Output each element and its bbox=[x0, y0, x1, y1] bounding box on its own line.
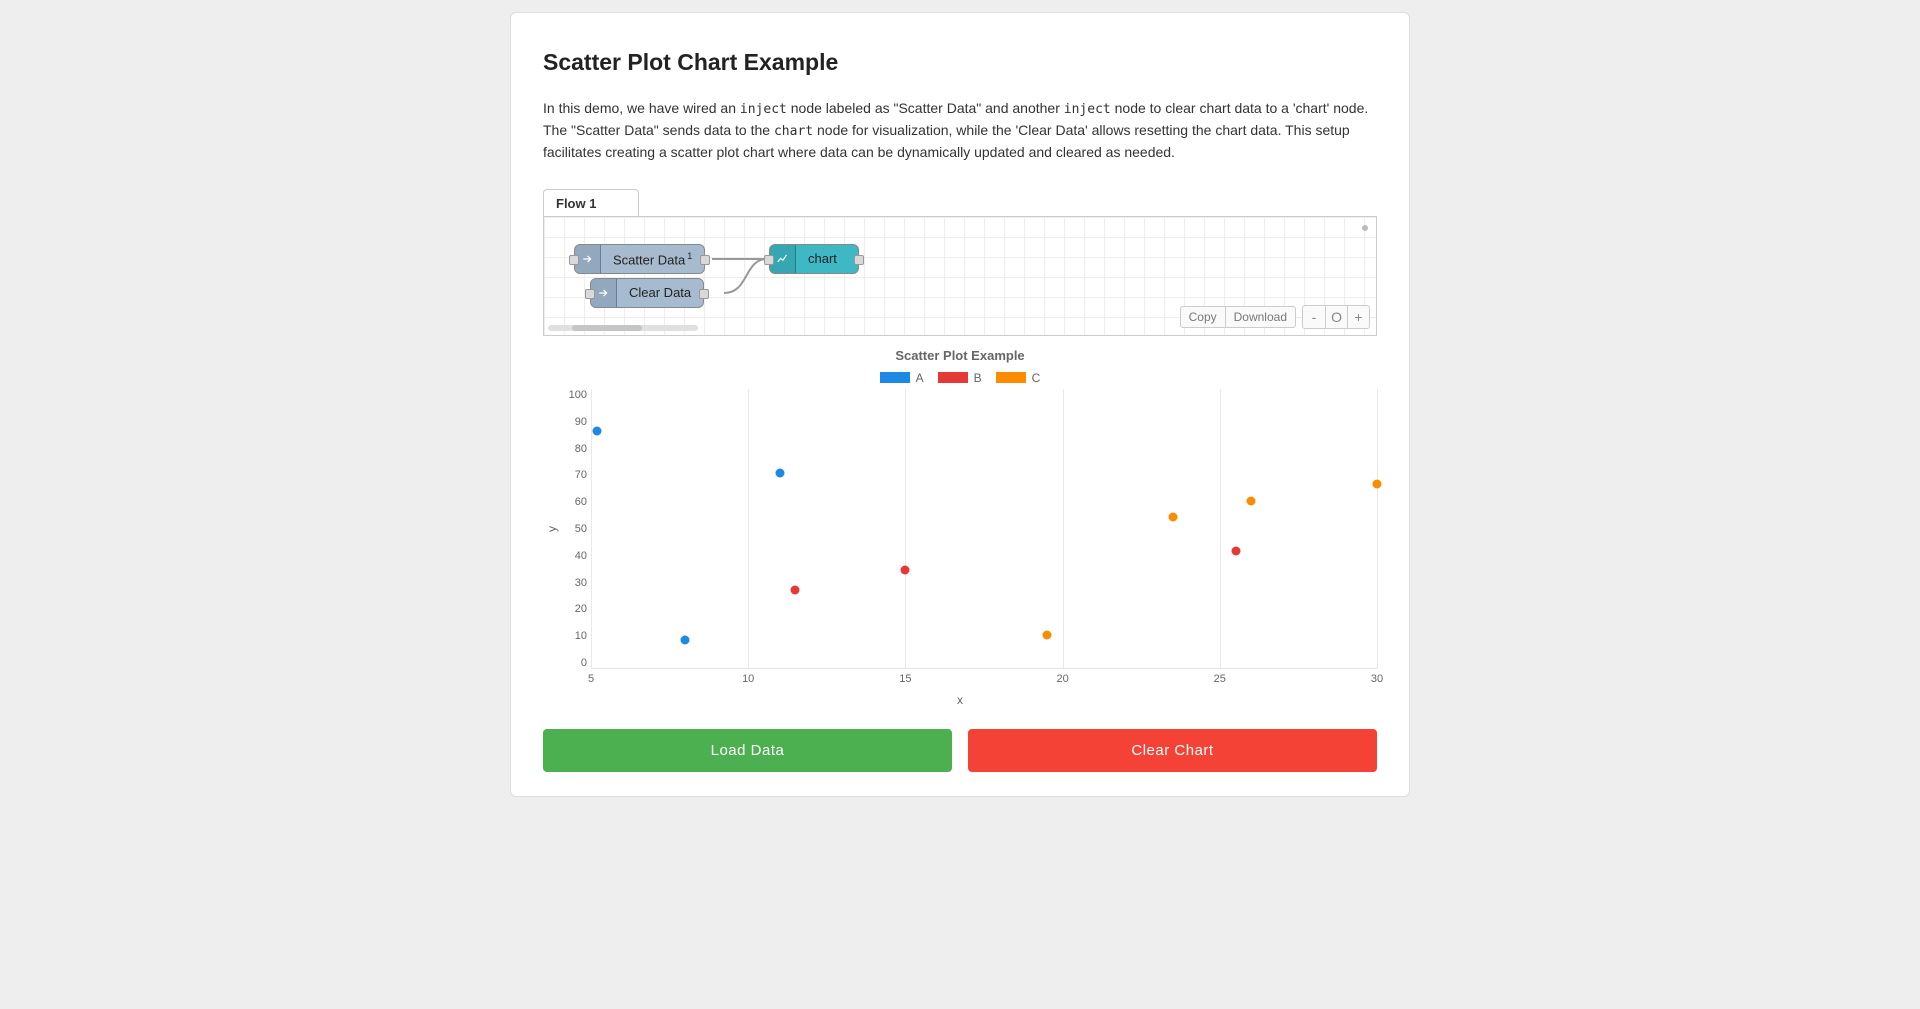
node-input-port[interactable] bbox=[585, 289, 595, 299]
y-tick: 40 bbox=[575, 550, 587, 562]
x-tick: 30 bbox=[1371, 673, 1383, 685]
legend-swatch bbox=[880, 372, 910, 383]
plot-frame: y 1009080706050403020100 bbox=[543, 389, 1377, 669]
inline-code: chart bbox=[774, 124, 813, 139]
node-label: Scatter Data1 bbox=[601, 251, 704, 267]
data-point bbox=[1373, 479, 1382, 488]
x-tick: 5 bbox=[588, 673, 594, 685]
data-point bbox=[901, 566, 910, 575]
data-point bbox=[1247, 496, 1256, 505]
node-label: Clear Data bbox=[617, 285, 703, 300]
node-input-port[interactable] bbox=[764, 255, 774, 265]
legend-swatch bbox=[938, 372, 968, 383]
x-axis-label: x bbox=[543, 693, 1377, 707]
x-tick: 10 bbox=[742, 673, 754, 685]
legend-label: B bbox=[974, 371, 982, 385]
node-label: chart bbox=[796, 251, 849, 266]
grid-line bbox=[905, 389, 906, 668]
y-tick: 0 bbox=[581, 657, 587, 669]
legend-label: A bbox=[916, 371, 924, 385]
grid-line bbox=[1377, 389, 1378, 668]
download-button[interactable]: Download bbox=[1225, 307, 1295, 327]
data-point bbox=[775, 468, 784, 477]
zoom-in-button[interactable]: + bbox=[1347, 306, 1369, 328]
status-dot-icon bbox=[1362, 225, 1368, 231]
inline-code: inject bbox=[1064, 102, 1111, 117]
flow-toolbar: Copy Download - O + bbox=[1180, 305, 1370, 329]
horizontal-scrollbar[interactable] bbox=[548, 325, 698, 331]
node-output-port[interactable] bbox=[699, 289, 709, 299]
data-point bbox=[1168, 513, 1177, 522]
flow-editor: Flow 1 Scatter Data1 bbox=[543, 188, 1377, 336]
toolbar-group: Copy Download bbox=[1180, 306, 1296, 328]
data-point bbox=[593, 426, 602, 435]
data-point bbox=[791, 585, 800, 594]
y-axis: 1009080706050403020100 bbox=[561, 389, 591, 669]
y-tick: 60 bbox=[575, 496, 587, 508]
load-data-button[interactable]: Load Data bbox=[543, 729, 952, 772]
scatter-chart: Scatter Plot Example ABC y 1009080706050… bbox=[543, 348, 1377, 707]
y-tick: 80 bbox=[575, 443, 587, 455]
inline-code: inject bbox=[740, 102, 787, 117]
page-title: Scatter Plot Chart Example bbox=[543, 49, 1377, 76]
flow-wires bbox=[544, 217, 844, 336]
x-tick: 20 bbox=[1056, 673, 1068, 685]
legend-item[interactable]: A bbox=[880, 371, 924, 385]
flow-tab[interactable]: Flow 1 bbox=[543, 189, 639, 217]
legend-label: C bbox=[1032, 371, 1041, 385]
legend-item[interactable]: B bbox=[938, 371, 982, 385]
chart-title: Scatter Plot Example bbox=[543, 348, 1377, 363]
desc-text: In this demo, we have wired an bbox=[543, 100, 740, 116]
zoom-group: - O + bbox=[1302, 305, 1370, 329]
x-tick: 25 bbox=[1214, 673, 1226, 685]
copy-button[interactable]: Copy bbox=[1181, 307, 1225, 327]
flow-canvas[interactable]: Scatter Data1 Clear Data chart bbox=[543, 216, 1377, 336]
y-tick: 10 bbox=[575, 630, 587, 642]
data-point bbox=[681, 636, 690, 645]
node-output-port[interactable] bbox=[854, 255, 864, 265]
x-tick: 15 bbox=[899, 673, 911, 685]
description-paragraph: In this demo, we have wired an inject no… bbox=[543, 98, 1377, 164]
grid-line bbox=[1063, 389, 1064, 668]
data-point bbox=[1042, 630, 1051, 639]
node-inject-scatter[interactable]: Scatter Data1 bbox=[574, 244, 705, 274]
grid-line bbox=[748, 389, 749, 668]
legend-swatch bbox=[996, 372, 1026, 383]
data-point bbox=[1231, 546, 1240, 555]
zoom-reset-button[interactable]: O bbox=[1325, 306, 1347, 328]
legend-item[interactable]: C bbox=[996, 371, 1041, 385]
node-output-port[interactable] bbox=[700, 255, 710, 265]
zoom-out-button[interactable]: - bbox=[1303, 306, 1325, 328]
node-chart[interactable]: chart bbox=[769, 244, 859, 274]
chart-legend: A B C bbox=[543, 371, 1377, 385]
node-input-port[interactable] bbox=[569, 255, 579, 265]
grid-line bbox=[1220, 389, 1221, 668]
y-tick: 20 bbox=[575, 603, 587, 615]
content-card: Scatter Plot Chart Example In this demo,… bbox=[510, 12, 1410, 797]
x-axis: 51015202530 bbox=[591, 673, 1377, 687]
y-tick: 70 bbox=[575, 469, 587, 481]
y-tick: 50 bbox=[575, 523, 587, 535]
y-tick: 30 bbox=[575, 577, 587, 589]
clear-chart-button[interactable]: Clear Chart bbox=[968, 729, 1377, 772]
node-inject-clear[interactable]: Clear Data bbox=[590, 278, 704, 308]
action-button-row: Load Data Clear Chart bbox=[543, 729, 1377, 772]
y-tick: 100 bbox=[569, 389, 587, 401]
y-axis-label: y bbox=[545, 526, 559, 532]
desc-text: node labeled as "Scatter Data" and anoth… bbox=[787, 100, 1064, 116]
y-tick: 90 bbox=[575, 416, 587, 428]
plot-area bbox=[591, 389, 1377, 669]
